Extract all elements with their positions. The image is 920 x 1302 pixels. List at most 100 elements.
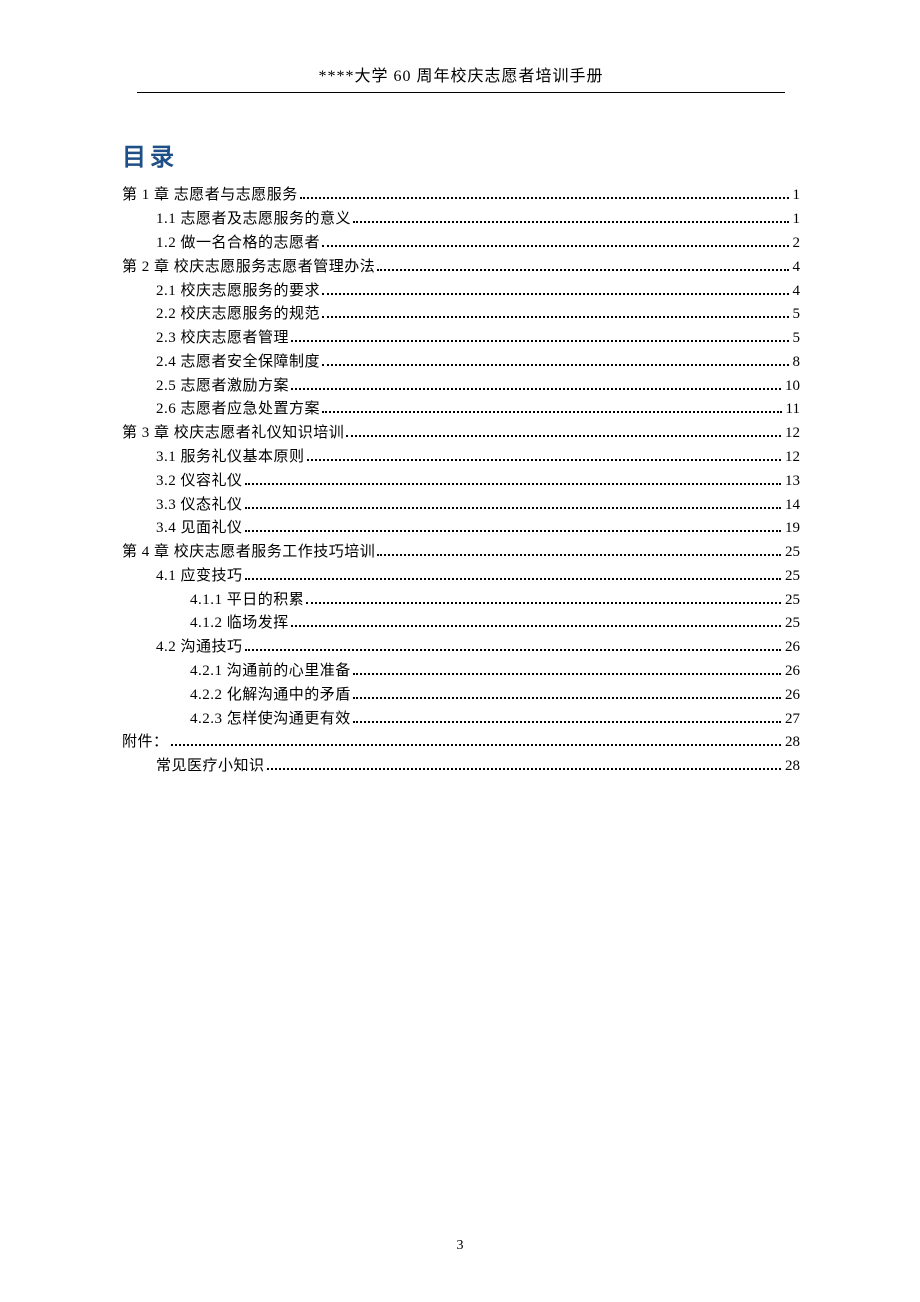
toc-entry-page: 12 [785,426,800,441]
toc-entry: 4.2.2 化解沟通中的矛盾 26 [122,683,800,707]
toc-entry-page: 13 [785,474,800,489]
toc-entry: 4.1 应变技巧25 [122,565,800,589]
toc-entry: 第 1 章 志愿者与志愿服务 1 [122,184,800,208]
toc-entry-label: 2.3 校庆志愿者管理 [156,331,289,346]
toc-entry: 1.2 做一名合格的志愿者 2 [122,232,800,256]
toc-leader-dots [306,602,781,604]
toc-leader-dots [307,459,781,461]
toc-entry: 1.1 志愿者及志愿服务的意义 1 [122,208,800,232]
toc-entry: 第 3 章 校庆志愿者礼仪知识培训 12 [122,422,800,446]
toc-entry-page: 4 [793,260,801,275]
toc-leader-dots [171,744,781,746]
toc-entry: 4.2 沟通技巧 26 [122,636,800,660]
toc-entry-label: 第 4 章 校庆志愿者服务工作技巧培训 [122,545,375,560]
toc-entry: 2.1 校庆志愿服务的要求 4 [122,279,800,303]
toc-entry: 3.1 服务礼仪基本原则 12 [122,446,800,470]
toc-leader-dots [245,649,781,651]
toc-entry: 2.2 校庆志愿服务的规范 5 [122,303,800,327]
toc-entry-page: 26 [785,640,800,655]
running-header: ****大学 60 周年校庆志愿者培训手册 [137,62,785,93]
toc-entry-page: 25 [785,545,800,560]
toc-leader-dots [322,411,782,413]
toc-entry-label: 3.4 见面礼仪 [156,521,243,536]
toc-entry: 2.3 校庆志愿者管理 5 [122,327,800,351]
toc-entry-page: 25 [785,593,800,608]
toc-leader-dots [291,388,781,390]
toc-entry-label: 3.3 仪态礼仪 [156,498,243,513]
toc-leader-dots [353,673,781,675]
toc-entry-page: 2 [793,236,801,251]
toc-leader-dots [245,578,781,580]
toc-entry-page: 14 [785,498,800,513]
toc-entry-page: 25 [785,616,800,631]
toc-entry-label: 4.1.2 临场发挥 [190,616,289,631]
document-page: ****大学 60 周年校庆志愿者培训手册 目录 第 1 章 志愿者与志愿服务 1… [0,0,920,1302]
toc-leader-dots [322,316,788,318]
toc-entry-page: 28 [785,759,800,774]
toc-entry-label: 第 1 章 志愿者与志愿服务 [122,188,298,203]
toc-entry-label: 4.1 应变技巧 [156,569,243,584]
toc-entry: 2.4 志愿者安全保障制度 8 [122,350,800,374]
toc-entry-label: 2.5 志愿者激励方案 [156,379,289,394]
table-of-contents: 第 1 章 志愿者与志愿服务 1 1.1 志愿者及志愿服务的意义 1 1.2 做一名合格… [122,184,800,779]
toc-entry: 4.1.2 临场发挥 25 [122,612,800,636]
toc-entry-page: 11 [786,402,800,417]
toc-entry-page: 5 [793,307,801,322]
toc-heading: 目录 [122,137,800,172]
toc-leader-dots [322,293,788,295]
toc-entry: 2.5 志愿者激励方案 10 [122,374,800,398]
toc-entry-label: 常见医疗小知识 [156,759,265,774]
toc-entry-label: 4.2 沟通技巧 [156,640,243,655]
toc-entry-page: 1 [793,188,801,203]
toc-entry-label: 4.2.1 沟通前的心里准备 [190,664,351,679]
toc-entry: 3.2 仪容礼仪 13 [122,469,800,493]
toc-entry-label: 1.2 做一名合格的志愿者 [156,236,320,251]
toc-entry-label: 附件： [122,735,169,750]
toc-entry-label: 3.2 仪容礼仪 [156,474,243,489]
toc-entry-page: 26 [785,664,800,679]
toc-leader-dots [322,364,788,366]
toc-entry-label: 4.2.2 化解沟通中的矛盾 [190,688,351,703]
toc-leader-dots [377,554,781,556]
toc-entry-page: 26 [785,688,800,703]
toc-entry-label: 1.1 志愿者及志愿服务的意义 [156,212,351,227]
toc-leader-dots [267,768,781,770]
toc-entry-page: 10 [785,379,800,394]
toc-entry-label: 第 3 章 校庆志愿者礼仪知识培训 [122,426,344,441]
toc-entry: 第 2 章 校庆志愿服务志愿者管理办法 4 [122,255,800,279]
toc-leader-dots [245,507,781,509]
toc-leader-dots [245,530,781,532]
toc-entry: 第 4 章 校庆志愿者服务工作技巧培训 25 [122,541,800,565]
toc-entry: 4.2.3 怎样使沟通更有效27 [122,707,800,731]
toc-leader-dots [353,697,781,699]
toc-entry: 4.2.1 沟通前的心里准备 26 [122,660,800,684]
toc-entry-page: 12 [785,450,800,465]
toc-entry: 附件： 28 [122,731,800,755]
toc-leader-dots [353,221,788,223]
toc-entry-label: 2.1 校庆志愿服务的要求 [156,284,320,299]
toc-entry-page: 28 [785,735,800,750]
toc-entry-label: 2.6 志愿者应急处置方案 [156,402,320,417]
toc-leader-dots [322,245,788,247]
toc-entry: 3.3 仪态礼仪 14 [122,493,800,517]
toc-entry-page: 1 [793,212,801,227]
toc-leader-dots [291,340,788,342]
toc-entry: 3.4 见面礼仪 19 [122,517,800,541]
page-number: 3 [0,1238,920,1254]
toc-entry-page: 27 [785,712,800,727]
toc-leader-dots [291,625,781,627]
toc-entry-page: 19 [785,521,800,536]
toc-leader-dots [353,721,781,723]
toc-leader-dots [377,269,788,271]
toc-entry-label: 第 2 章 校庆志愿服务志愿者管理办法 [122,260,375,275]
toc-entry-label: 2.4 志愿者安全保障制度 [156,355,320,370]
toc-entry-label: 3.1 服务礼仪基本原则 [156,450,305,465]
toc-entry-page: 4 [793,284,801,299]
toc-entry-page: 5 [793,331,801,346]
toc-leader-dots [346,435,781,437]
toc-entry: 4.1.1 平日的积累 25 [122,588,800,612]
toc-leader-dots [245,483,781,485]
toc-entry-label: 4.1.1 平日的积累 [190,593,304,608]
toc-entry-page: 8 [793,355,801,370]
toc-entry-label: 2.2 校庆志愿服务的规范 [156,307,320,322]
